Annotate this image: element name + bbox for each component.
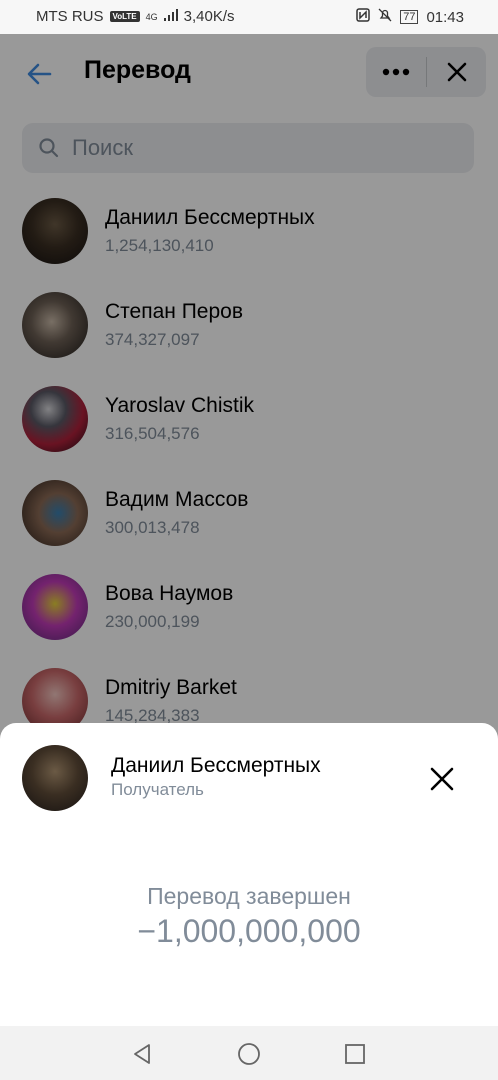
nav-back-button[interactable] (128, 1040, 156, 1068)
nav-home-button[interactable] (235, 1040, 263, 1068)
close-icon (430, 767, 454, 791)
nav-recents-icon (345, 1044, 365, 1064)
system-nav-bar (0, 1026, 498, 1080)
network-type: 4G (145, 11, 158, 22)
sheet-close-button[interactable] (424, 761, 460, 797)
recipient-name: Даниил Бессмертных (111, 754, 321, 777)
recipient-role: Получатель (111, 780, 204, 799)
nav-home-icon (238, 1043, 260, 1065)
nfc-icon (356, 8, 370, 26)
signal-icon (163, 8, 178, 25)
data-speed: 3,40K/s (183, 8, 235, 25)
carrier-name: MTS RUS (36, 8, 104, 25)
transfer-result-sheet: Даниил Бессмертных Получатель Перевод за… (0, 723, 498, 1026)
status-left: MTS RUS VoLTE 4G 3,40K/s (36, 8, 235, 25)
volte-badge: VoLTE (109, 11, 140, 22)
battery-indicator: 77 (400, 10, 419, 24)
nav-back-icon (134, 1044, 150, 1064)
mute-icon (378, 8, 392, 26)
recipient-avatar (22, 745, 88, 811)
status-right: 77 01:43 (356, 8, 464, 26)
transfer-status: Перевод завершен (147, 883, 351, 909)
status-bar: MTS RUS VoLTE 4G 3,40K/s 77 01:43 (0, 0, 498, 34)
nav-recents-button[interactable] (341, 1040, 369, 1068)
transfer-amount: −1,000,000,000 (137, 913, 361, 949)
status-time: 01:43 (426, 8, 464, 26)
